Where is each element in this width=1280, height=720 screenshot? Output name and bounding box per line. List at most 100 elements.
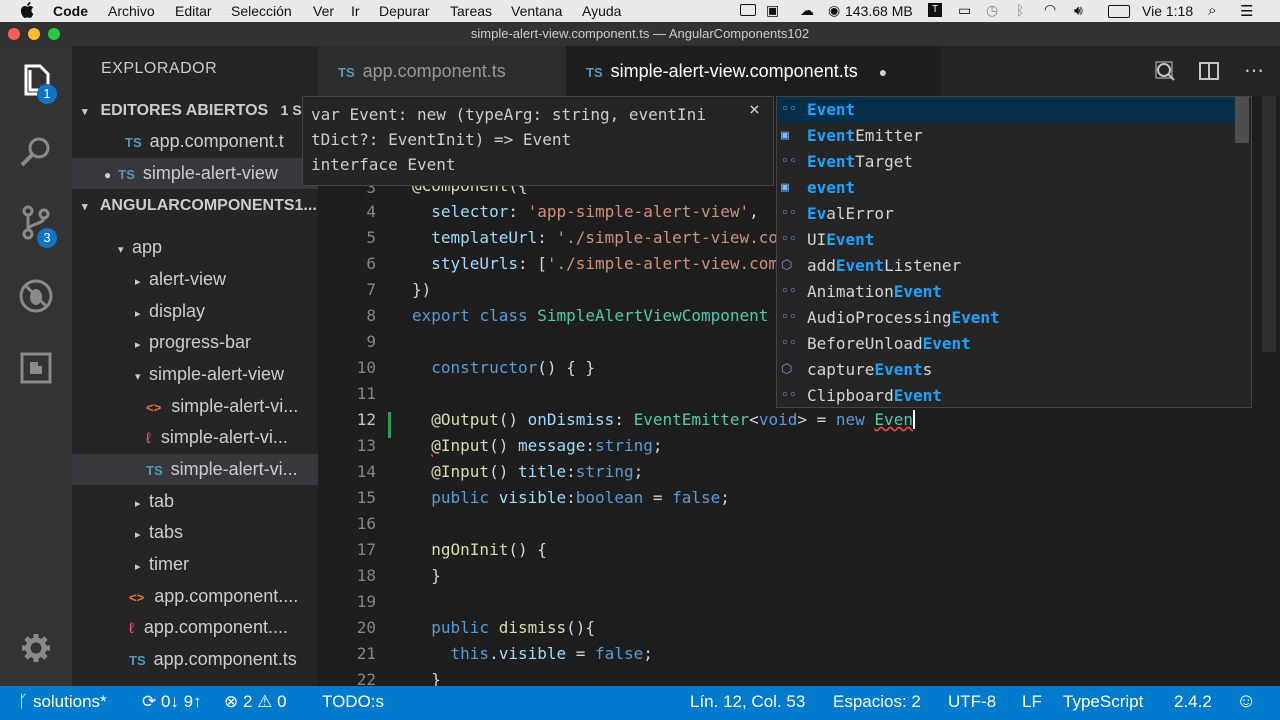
tree-folder-app[interactable]: ▾ app bbox=[72, 232, 318, 263]
menu-editar[interactable]: Editar bbox=[175, 3, 212, 19]
suggestion-prefix: capture bbox=[807, 360, 875, 379]
css-file-icon: ℓ bbox=[129, 620, 134, 637]
suggestion-item[interactable]: ◦◦ UIEvent bbox=[777, 227, 1235, 253]
menu-ir[interactable]: Ir bbox=[351, 3, 360, 19]
menu-ayuda[interactable]: Ayuda bbox=[582, 3, 621, 19]
menu-ventana[interactable]: Ventana bbox=[511, 3, 562, 19]
menu-ver[interactable]: Ver bbox=[313, 3, 334, 19]
editor-scrollbar[interactable] bbox=[1262, 96, 1276, 352]
tree-folder-progress-bar[interactable]: ▸ progress-bar bbox=[72, 327, 318, 358]
chevron-right-icon: ▸ bbox=[135, 498, 141, 510]
debug-icon[interactable] bbox=[16, 276, 56, 316]
menu-app-name[interactable]: Code bbox=[53, 3, 88, 19]
screen-record-icon[interactable] bbox=[740, 4, 756, 16]
css-file-icon: ℓ bbox=[146, 430, 151, 447]
camera-icon[interactable]: ▣ bbox=[766, 2, 779, 19]
encoding-status[interactable]: UTF-8 bbox=[948, 692, 996, 712]
tree-folder-timer[interactable]: ▸ timer bbox=[72, 549, 318, 580]
battery-icon[interactable] bbox=[1108, 5, 1130, 18]
class-icon: ▣ bbox=[781, 128, 789, 143]
typescript-version[interactable]: 2.4.2 bbox=[1174, 692, 1212, 712]
menubar-clock[interactable]: Vie 1:18 bbox=[1142, 3, 1193, 19]
bluetooth-icon[interactable]: ᛒ bbox=[1016, 2, 1024, 18]
tree-file[interactable]: <> app.component.... bbox=[72, 581, 318, 612]
settings-gear-icon[interactable] bbox=[16, 628, 56, 668]
ts-file-icon: TS bbox=[129, 653, 146, 668]
tab-simple-alert-view-active[interactable]: TS simple-alert-view.component.ts ● bbox=[566, 46, 942, 96]
wifi-icon[interactable]: ◠ bbox=[1044, 1, 1056, 18]
suggestion-suffix: Emitter bbox=[855, 126, 923, 145]
line-number: 20 bbox=[356, 618, 376, 637]
maximize-window-button[interactable] bbox=[48, 28, 60, 40]
tree-folder-tab[interactable]: ▸ tab bbox=[72, 486, 318, 517]
line-number: 14 bbox=[356, 462, 376, 481]
variable-icon: ◦◦ bbox=[781, 102, 797, 117]
menu-tareas[interactable]: Tareas bbox=[450, 3, 492, 19]
apple-logo-icon[interactable] bbox=[20, 2, 34, 18]
tree-file[interactable]: ℓ app.component.... bbox=[72, 612, 318, 643]
search-icon[interactable] bbox=[16, 132, 56, 172]
suggestion-item[interactable]: ◦◦ EvalError bbox=[777, 201, 1235, 227]
time-machine-icon[interactable]: ◷ bbox=[986, 2, 998, 19]
line-number: 10 bbox=[356, 358, 376, 377]
suggestion-item[interactable]: ⬡ addEventListener bbox=[777, 253, 1235, 279]
close-icon[interactable]: × bbox=[749, 99, 760, 120]
tree-file[interactable]: ℓ simple-alert-vi... bbox=[72, 422, 318, 453]
tab-app-component[interactable]: TS app.component.ts bbox=[318, 46, 586, 96]
tree-item-label: simple-alert-view bbox=[149, 364, 285, 384]
tree-file-selected[interactable]: TS simple-alert-vi... bbox=[72, 454, 318, 485]
extensions-icon[interactable] bbox=[16, 348, 56, 388]
menu-depurar[interactable]: Depurar bbox=[379, 3, 430, 19]
suggestion-item[interactable]: ◦◦ BeforeUnloadEvent bbox=[777, 331, 1235, 357]
menu-seleccion[interactable]: Selección bbox=[231, 3, 292, 19]
volume-icon[interactable]: 🔊︎ bbox=[1074, 2, 1083, 19]
problems-status[interactable]: ⊗ 2 ⚠ 0 bbox=[224, 692, 287, 712]
speed-icon[interactable]: ◉ bbox=[828, 2, 840, 19]
explorer-sidebar: EXPLORADOR ▾ EDITORES ABIERTOS 1 S TS app… bbox=[72, 46, 318, 686]
suggestion-item[interactable]: ◦◦ ClipboardEvent bbox=[777, 383, 1235, 407]
open-editors-section[interactable]: ▾ EDITORES ABIERTOS 1 S bbox=[72, 95, 318, 126]
open-editor-label: app.component.t bbox=[149, 131, 284, 151]
line-ending-status[interactable]: LF bbox=[1022, 692, 1042, 712]
suggestion-item[interactable]: ◦◦ AnimationEvent bbox=[777, 279, 1235, 305]
project-section[interactable]: ▾ ANGULARCOMPONENTS1... bbox=[72, 190, 318, 221]
tree-folder-simple-alert-view[interactable]: ▾ simple-alert-view bbox=[72, 359, 318, 390]
unsaved-dot-icon[interactable]: ● bbox=[104, 168, 111, 182]
suggestion-match: Event bbox=[893, 282, 942, 301]
cloud-icon[interactable]: ☁ bbox=[800, 2, 814, 19]
branch-name: solutions* bbox=[32, 692, 107, 711]
tree-folder-alert-view[interactable]: ▸ alert-view bbox=[72, 264, 318, 295]
tree-folder-tabs[interactable]: ▸ tabs bbox=[72, 517, 318, 548]
suggestion-item[interactable]: ⬡ captureEvents bbox=[777, 357, 1235, 383]
indentation-status[interactable]: Espacios: 2 bbox=[833, 692, 921, 712]
suggestion-item[interactable]: ◦◦ EventTarget bbox=[777, 149, 1235, 175]
sync-status[interactable]: ⟳ 0↓ 9↑ bbox=[142, 692, 202, 712]
menu-archivo[interactable]: Archivo bbox=[108, 3, 155, 19]
suggestion-item-selected[interactable]: ◦◦ Event bbox=[777, 97, 1235, 123]
suggestion-item[interactable]: ▣ event bbox=[777, 175, 1235, 201]
language-mode[interactable]: TypeScript bbox=[1063, 692, 1143, 712]
open-changes-icon[interactable] bbox=[1154, 60, 1176, 82]
suggestions-scrollbar[interactable] bbox=[1235, 97, 1249, 143]
notification-center-icon[interactable]: ☰ bbox=[1240, 2, 1253, 20]
tree-file[interactable]: <> simple-alert-vi... bbox=[72, 391, 318, 422]
text-tool-icon[interactable]: T bbox=[928, 3, 942, 17]
minimize-window-button[interactable] bbox=[28, 28, 40, 40]
unsaved-dot-icon[interactable]: ● bbox=[879, 64, 887, 80]
close-window-button[interactable] bbox=[8, 28, 20, 40]
suggestion-item[interactable]: ▣ EventEmitter bbox=[777, 123, 1235, 149]
cursor-position[interactable]: Lín. 12, Col. 53 bbox=[690, 692, 805, 712]
split-editor-icon[interactable] bbox=[1199, 61, 1219, 81]
open-editor-item[interactable]: TS app.component.t bbox=[72, 126, 318, 157]
monitor-icon[interactable]: ▭ bbox=[958, 2, 971, 19]
tree-file[interactable]: TS app.component.ts bbox=[72, 644, 318, 675]
feedback-smiley-icon[interactable]: ☺ bbox=[1236, 690, 1256, 713]
suggestion-item[interactable]: ◦◦ AudioProcessingEvent bbox=[777, 305, 1235, 331]
spotlight-search-icon[interactable]: ⌕ bbox=[1208, 2, 1216, 19]
todo-status[interactable]: TODO:s bbox=[322, 692, 384, 712]
more-actions-icon[interactable]: ⋯ bbox=[1244, 58, 1264, 83]
open-editor-item-active[interactable]: ● TS simple-alert-view bbox=[72, 158, 318, 189]
tree-folder-display[interactable]: ▸ display bbox=[72, 296, 318, 327]
git-branch[interactable]: ᚴ solutions* bbox=[18, 692, 107, 712]
variable-icon: ◦◦ bbox=[781, 206, 797, 221]
